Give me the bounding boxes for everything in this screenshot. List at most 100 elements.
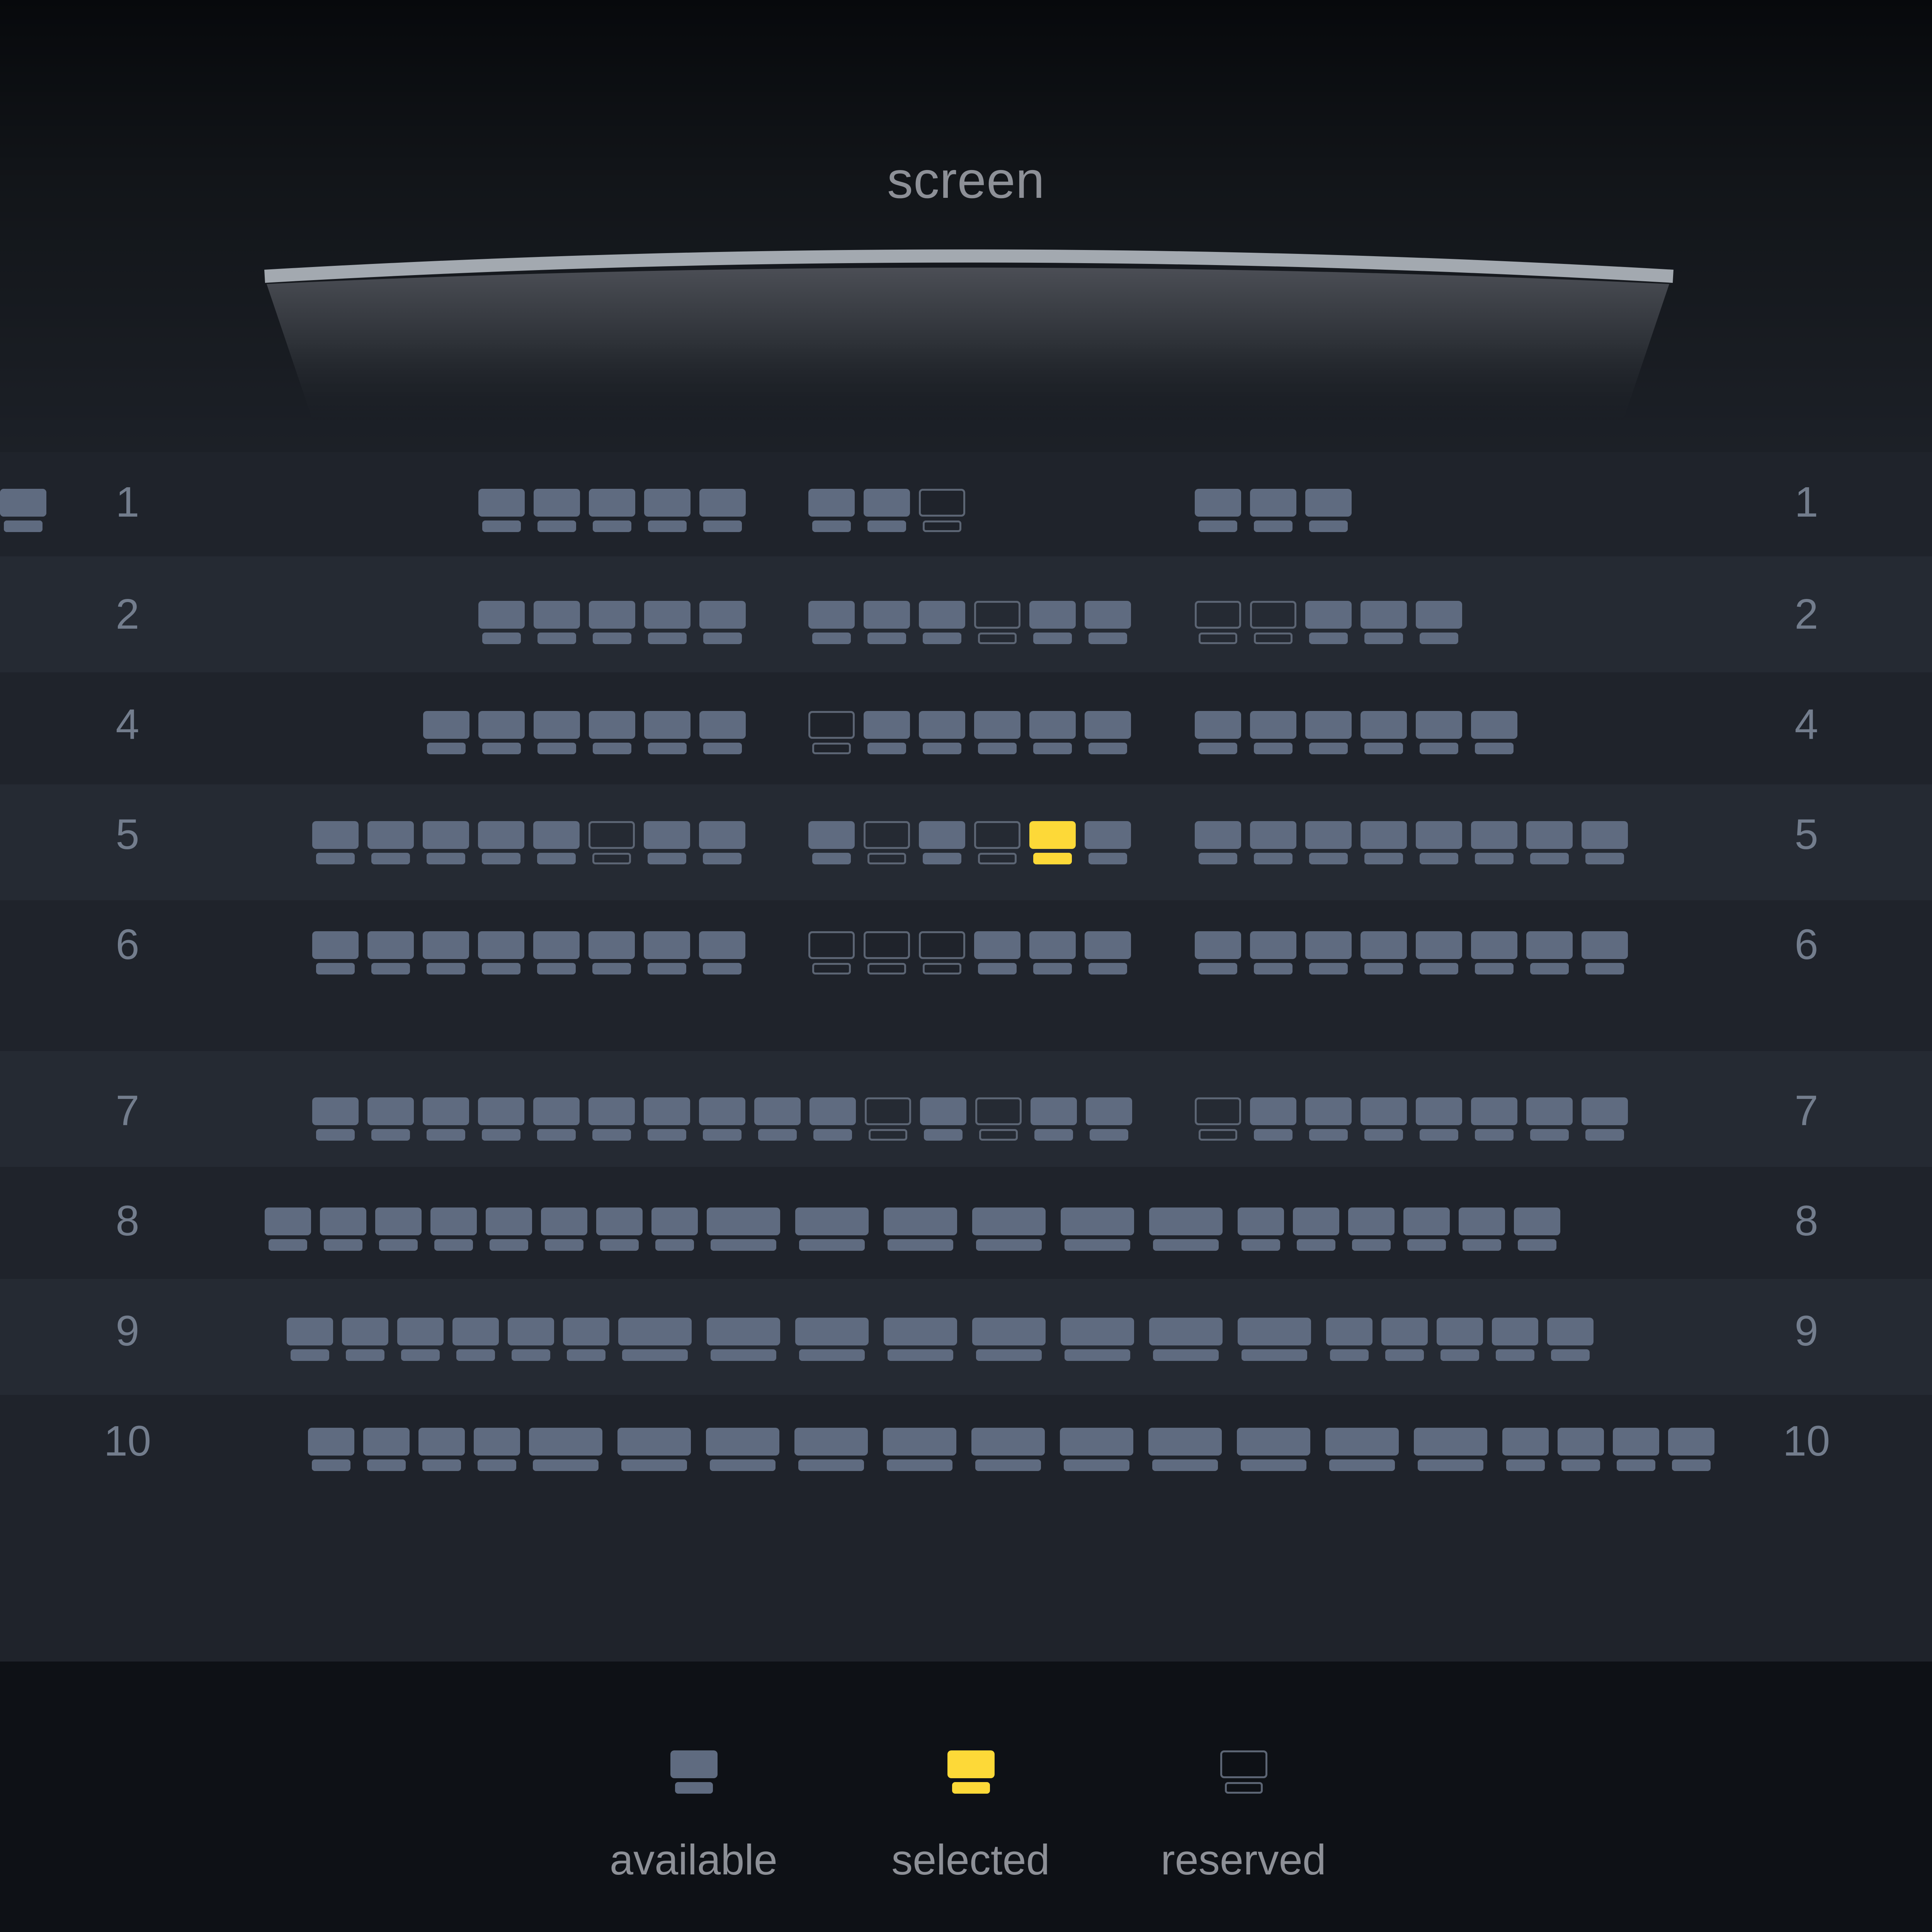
seat-available[interactable] — [589, 601, 635, 644]
seat-reserved[interactable] — [919, 931, 965, 975]
seat-available[interactable] — [1305, 1097, 1352, 1141]
seat-available[interactable] — [367, 1097, 414, 1141]
seat-available[interactable] — [919, 711, 965, 754]
seat-available[interactable] — [478, 601, 525, 644]
seat-reserved[interactable] — [808, 931, 855, 975]
seat-available[interactable] — [1471, 1097, 1517, 1141]
seat-available[interactable] — [1086, 1097, 1132, 1141]
seat-available[interactable] — [883, 1428, 956, 1471]
seat-available[interactable] — [1471, 931, 1517, 975]
seat-available[interactable] — [1361, 821, 1407, 864]
seat-available[interactable] — [974, 931, 1020, 975]
seat-available[interactable] — [563, 1318, 609, 1361]
seat-available[interactable] — [644, 601, 690, 644]
seat-available[interactable] — [618, 1318, 692, 1361]
seat-available[interactable] — [534, 601, 580, 644]
seat-available[interactable] — [588, 1097, 635, 1141]
seat-available[interactable] — [1416, 931, 1462, 975]
seat-available[interactable] — [312, 1097, 359, 1141]
seat-reserved[interactable] — [588, 821, 635, 864]
seat-available[interactable] — [265, 1208, 311, 1251]
seat-available[interactable] — [541, 1208, 587, 1251]
seat-available[interactable] — [808, 601, 855, 644]
seat-available[interactable] — [1526, 1097, 1573, 1141]
seat-available[interactable] — [864, 711, 910, 754]
seat-available[interactable] — [533, 1097, 580, 1141]
seat-available[interactable] — [1250, 1097, 1296, 1141]
seat-available[interactable] — [1361, 711, 1407, 754]
seat-available[interactable] — [478, 821, 524, 864]
seat-available[interactable] — [1582, 821, 1628, 864]
seat-available[interactable] — [423, 1097, 469, 1141]
seat-available[interactable] — [1085, 931, 1131, 975]
seat-available[interactable] — [808, 821, 855, 864]
seat-available[interactable] — [423, 931, 469, 975]
seat-available[interactable] — [1361, 601, 1407, 644]
seat-available[interactable] — [478, 489, 525, 532]
seat-available[interactable] — [589, 711, 635, 754]
seat-available[interactable] — [795, 1208, 869, 1251]
seat-available[interactable] — [972, 1208, 1046, 1251]
seat-available[interactable] — [1326, 1318, 1372, 1361]
seat-available[interactable] — [1060, 1428, 1133, 1471]
seat-available[interactable] — [1582, 931, 1628, 975]
seat-available[interactable] — [1471, 711, 1517, 754]
seat-available[interactable] — [1414, 1428, 1487, 1471]
seat-available[interactable] — [0, 489, 46, 532]
seat-available[interactable] — [1031, 1097, 1077, 1141]
seat-available[interactable] — [919, 601, 965, 644]
seat-available[interactable] — [588, 931, 635, 975]
seat-available[interactable] — [1195, 931, 1241, 975]
seat-available[interactable] — [312, 931, 359, 975]
seat-available[interactable] — [1492, 1318, 1538, 1361]
seat-available[interactable] — [1149, 1208, 1223, 1251]
seat-available[interactable] — [363, 1428, 410, 1471]
seat-available[interactable] — [533, 931, 580, 975]
seat-available[interactable] — [533, 821, 580, 864]
seat-available[interactable] — [920, 1097, 966, 1141]
seat-available[interactable] — [375, 1208, 422, 1251]
seat-available[interactable] — [1195, 489, 1241, 532]
seat-available[interactable] — [308, 1428, 354, 1471]
seat-available[interactable] — [1293, 1208, 1339, 1251]
seat-available[interactable] — [617, 1428, 691, 1471]
seat-available[interactable] — [1361, 931, 1407, 975]
seat-available[interactable] — [1668, 1428, 1714, 1471]
seat-available[interactable] — [884, 1318, 957, 1361]
seat-available[interactable] — [707, 1208, 780, 1251]
seat-reserved[interactable] — [864, 821, 910, 864]
seat-available[interactable] — [1403, 1208, 1450, 1251]
seat-reserved[interactable] — [1195, 1097, 1241, 1141]
seat-available[interactable] — [699, 1097, 745, 1141]
seat-available[interactable] — [312, 821, 359, 864]
seat-available[interactable] — [1416, 821, 1462, 864]
seat-available[interactable] — [1416, 711, 1462, 754]
seat-available[interactable] — [423, 821, 469, 864]
seat-available[interactable] — [486, 1208, 532, 1251]
seat-available[interactable] — [1029, 711, 1076, 754]
seat-available[interactable] — [699, 601, 746, 644]
seat-available[interactable] — [644, 931, 690, 975]
seat-reserved[interactable] — [865, 1097, 911, 1141]
seat-available[interactable] — [707, 1318, 780, 1361]
seat-available[interactable] — [1502, 1428, 1549, 1471]
seat-available[interactable] — [1238, 1318, 1311, 1361]
seat-available[interactable] — [644, 821, 690, 864]
seat-available[interactable] — [1416, 601, 1462, 644]
seat-available[interactable] — [864, 489, 910, 532]
seat-available[interactable] — [795, 1318, 869, 1361]
seat-available[interactable] — [644, 711, 690, 754]
seat-available[interactable] — [651, 1208, 698, 1251]
seat-available[interactable] — [534, 489, 580, 532]
seat-available[interactable] — [1305, 489, 1352, 532]
seat-available[interactable] — [1029, 931, 1076, 975]
seat-available[interactable] — [1381, 1318, 1428, 1361]
seat-available[interactable] — [919, 821, 965, 864]
seat-reserved[interactable] — [919, 489, 965, 532]
seat-reserved[interactable] — [1195, 601, 1241, 644]
seat-available[interactable] — [1348, 1208, 1395, 1251]
seat-available[interactable] — [423, 711, 469, 754]
seat-available[interactable] — [1459, 1208, 1505, 1251]
seat-available[interactable] — [529, 1428, 602, 1471]
seat-available[interactable] — [1195, 711, 1241, 754]
